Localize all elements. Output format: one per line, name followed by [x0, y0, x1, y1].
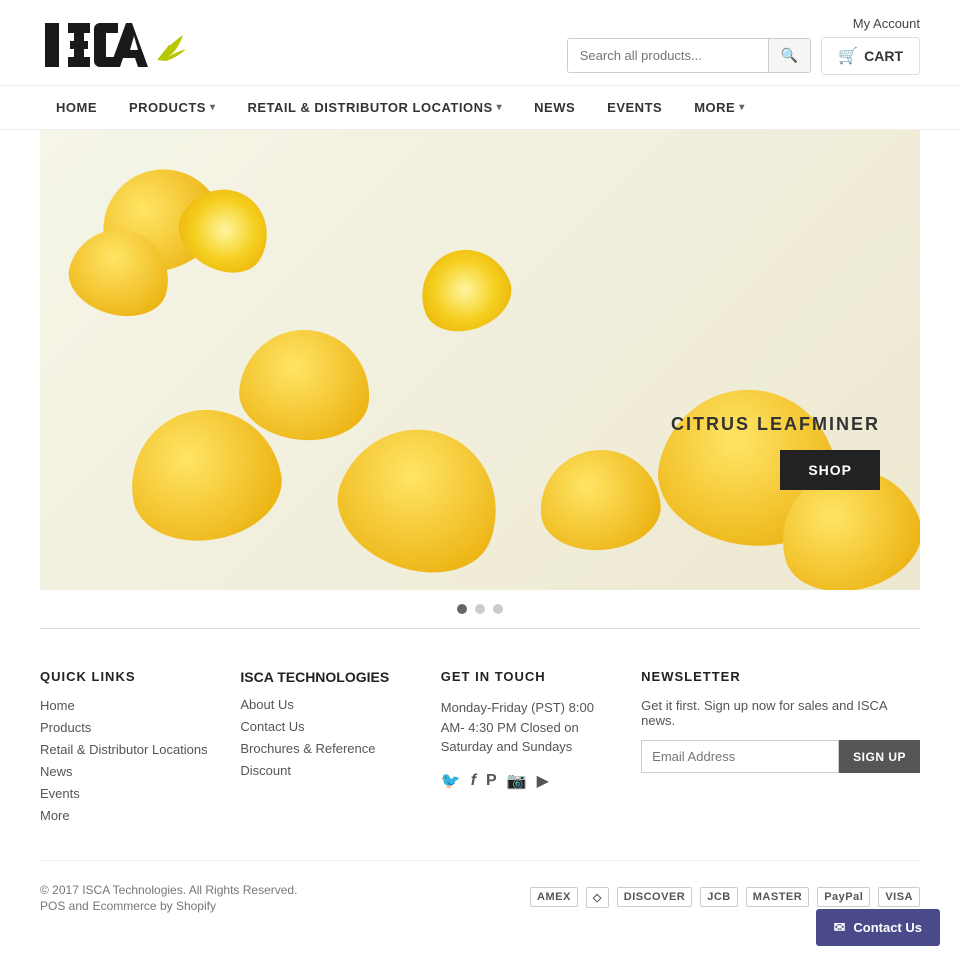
- visa-icon: VISA: [878, 887, 920, 907]
- footer-link-events[interactable]: Events: [40, 786, 210, 801]
- discover-icon: DISCOVER: [617, 887, 692, 907]
- payment-icons: AMEX ◇ DISCOVER JCB MASTER PayPal VISA: [530, 887, 920, 908]
- cart-button[interactable]: 🛒 CART: [821, 37, 920, 75]
- lemon-decoration-3: [235, 325, 374, 446]
- newsletter-email-input[interactable]: [641, 740, 839, 773]
- hero-slideshow: CITRUS LEAFMINER SHOP: [40, 130, 920, 590]
- hero-background: CITRUS LEAFMINER SHOP: [40, 130, 920, 590]
- amex-icon: AMEX: [530, 887, 578, 907]
- pinterest-link[interactable]: P: [486, 772, 497, 790]
- footer-link-home[interactable]: Home: [40, 698, 210, 713]
- footer-link-contact[interactable]: Contact Us: [240, 719, 410, 734]
- hero-product-name: CITRUS LEAFMINER: [671, 414, 880, 435]
- header: My Account 🔍 🛒 CART HOME PRODUCTS ▾ RETA…: [0, 0, 960, 130]
- quick-links-title: QUICK LINKS: [40, 669, 210, 684]
- retail-chevron-icon: ▾: [497, 102, 503, 113]
- search-input[interactable]: [568, 39, 768, 72]
- copyright-text: © 2017 ISCA Technologies. All Rights Res…: [40, 883, 297, 897]
- footer-get-in-touch: GET IN TOUCH Monday-Friday (PST) 8:00 AM…: [441, 669, 611, 830]
- footer-quick-links: QUICK LINKS Home Products Retail & Distr…: [40, 669, 210, 830]
- cart-label: CART: [864, 48, 903, 64]
- footer-bottom: © 2017 ISCA Technologies. All Rights Res…: [40, 860, 920, 913]
- youtube-link[interactable]: ▶: [537, 771, 549, 791]
- hero-overlay: CITRUS LEAFMINER SHOP: [671, 414, 880, 490]
- nav-more[interactable]: MORE ▾: [678, 86, 761, 129]
- float-contact-button[interactable]: ✉ Contact Us: [816, 909, 940, 946]
- footer-link-news[interactable]: News: [40, 764, 210, 779]
- nav-products[interactable]: PRODUCTS ▾: [113, 86, 231, 129]
- slide-dot-2[interactable]: [475, 604, 485, 614]
- logo[interactable]: [40, 15, 210, 75]
- footer: QUICK LINKS Home Products Retail & Distr…: [0, 629, 960, 933]
- newsletter-signup-button[interactable]: SIGN UP: [839, 740, 920, 773]
- footer-link-discount[interactable]: Discount: [240, 763, 410, 778]
- search-button[interactable]: 🔍: [768, 39, 810, 72]
- get-in-touch-title: GET IN TOUCH: [441, 669, 611, 684]
- footer-grid: QUICK LINKS Home Products Retail & Distr…: [40, 669, 920, 830]
- lemon-half-2: [409, 237, 521, 343]
- isca-tech-title: ISCA TECHNOLOGIES: [240, 669, 410, 685]
- facebook-link[interactable]: f: [471, 772, 476, 790]
- float-contact-icon: ✉: [834, 919, 846, 936]
- footer-link-about[interactable]: About Us: [240, 697, 410, 712]
- social-links: 🐦 f P 📷 ▶: [441, 771, 611, 791]
- lemon-decoration-5: [321, 407, 519, 590]
- footer-link-more[interactable]: More: [40, 808, 210, 823]
- diners-icon: ◇: [586, 887, 609, 908]
- search-form: 🔍: [567, 38, 811, 73]
- slide-dot-3[interactable]: [493, 604, 503, 614]
- more-chevron-icon: ▾: [739, 102, 745, 113]
- hero-shop-button[interactable]: SHOP: [780, 450, 880, 490]
- nav-home[interactable]: HOME: [40, 86, 113, 129]
- paypal-icon: PayPal: [817, 887, 870, 907]
- newsletter-title: NEWSLETTER: [641, 669, 920, 684]
- my-account-link[interactable]: My Account: [853, 16, 920, 31]
- footer-link-products[interactable]: Products: [40, 720, 210, 735]
- mastercard-icon: MASTER: [746, 887, 809, 907]
- footer-newsletter: NEWSLETTER Get it first. Sign up now for…: [641, 669, 920, 830]
- slide-dot-1[interactable]: [457, 604, 467, 614]
- cart-icon: 🛒: [838, 46, 858, 66]
- float-contact-label: Contact Us: [853, 920, 922, 935]
- footer-isca-tech: ISCA TECHNOLOGIES About Us Contact Us Br…: [240, 669, 410, 830]
- header-actions: 🔍 🛒 CART: [567, 37, 920, 75]
- footer-link-retail[interactable]: Retail & Distributor Locations: [40, 742, 210, 757]
- slide-dots: [0, 590, 960, 628]
- footer-pos-text: POS and: [40, 899, 89, 913]
- ecommerce-link[interactable]: Ecommerce by Shopify: [93, 899, 216, 913]
- newsletter-description: Get it first. Sign up now for sales and …: [641, 698, 920, 728]
- nav-news[interactable]: NEWS: [518, 86, 591, 129]
- header-right: My Account 🔍 🛒 CART: [567, 16, 920, 75]
- nav-retail-distributor[interactable]: RETAIL & DISTRIBUTOR LOCATIONS ▾: [231, 86, 518, 129]
- business-hours: Monday-Friday (PST) 8:00 AM- 4:30 PM Clo…: [441, 698, 611, 757]
- products-chevron-icon: ▾: [210, 102, 216, 113]
- twitter-link[interactable]: 🐦: [441, 771, 461, 791]
- nav-events[interactable]: EVENTS: [591, 86, 678, 129]
- jcb-icon: JCB: [700, 887, 738, 907]
- footer-link-brochures[interactable]: Brochures & Reference: [240, 741, 410, 756]
- newsletter-form: SIGN UP: [641, 740, 920, 773]
- instagram-link[interactable]: 📷: [507, 771, 527, 791]
- main-nav: HOME PRODUCTS ▾ RETAIL & DISTRIBUTOR LOC…: [0, 85, 960, 130]
- footer-copyright-area: © 2017 ISCA Technologies. All Rights Res…: [40, 881, 297, 913]
- lemon-decoration-6: [536, 445, 664, 555]
